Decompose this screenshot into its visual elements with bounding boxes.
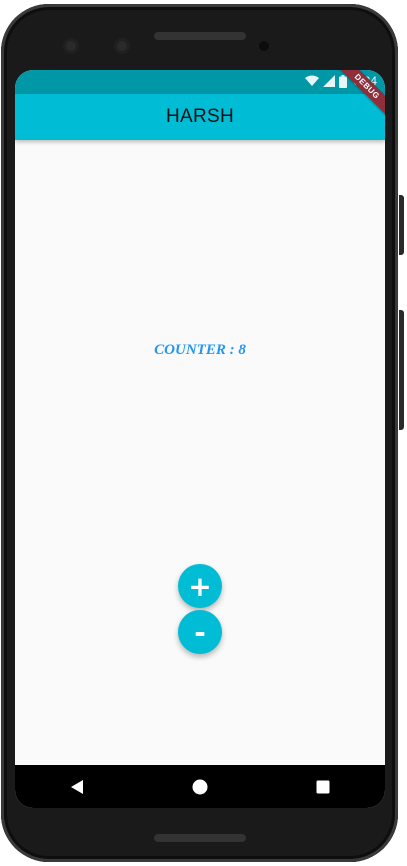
nav-back-button[interactable] <box>57 767 97 807</box>
app-bar: HARSH <box>15 94 385 140</box>
bottom-speaker <box>154 834 246 842</box>
counter-label: COUNTER : 8 <box>154 342 246 358</box>
nav-home-button[interactable] <box>180 767 220 807</box>
power-button <box>399 195 404 255</box>
navigation-bar <box>15 765 385 808</box>
phone-device: 8:34 HARSH DEBUG COUNTER : 8 + - <box>0 0 407 866</box>
earpiece-speaker <box>154 32 246 40</box>
front-camera <box>114 38 130 54</box>
status-bar: 8:34 <box>15 70 385 94</box>
increment-button[interactable]: + <box>178 564 222 608</box>
signal-icon <box>322 75 335 87</box>
app-bar-title: HARSH <box>165 106 234 127</box>
proximity-sensor <box>259 41 269 51</box>
volume-button <box>399 310 404 430</box>
front-camera <box>63 38 79 54</box>
battery-icon <box>338 74 347 88</box>
nav-recents-button[interactable] <box>303 767 343 807</box>
home-icon <box>192 779 208 794</box>
back-icon <box>70 779 83 794</box>
wifi-icon <box>304 75 319 86</box>
app-screen: 8:34 HARSH DEBUG COUNTER : 8 + - <box>15 70 385 808</box>
decrement-button[interactable]: - <box>178 610 222 654</box>
recents-icon <box>316 780 330 793</box>
